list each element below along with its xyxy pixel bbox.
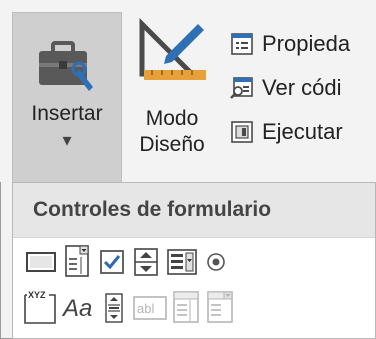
combo-drop-edit-control[interactable] bbox=[207, 291, 233, 323]
insert-label: Insertar bbox=[31, 102, 103, 125]
combo-drop-edit-icon bbox=[207, 291, 233, 323]
spin-button-control[interactable] bbox=[133, 247, 159, 277]
group-box-icon: XYZ bbox=[24, 290, 56, 324]
button-icon bbox=[26, 252, 56, 272]
design-mode-label-line2: Diseño bbox=[139, 133, 205, 156]
view-code-button[interactable]: Ver códi bbox=[230, 66, 350, 110]
list-box-control[interactable] bbox=[167, 249, 197, 275]
view-code-label: Ver códi bbox=[262, 75, 342, 100]
small-buttons-group: Propieda Ver códi Ejecutar bbox=[230, 22, 350, 154]
developer-ribbon: Insertar ▾ Modo Diseño Propieda Ver códi… bbox=[0, 0, 376, 182]
text-field-icon: abl bbox=[133, 296, 167, 320]
button-control[interactable] bbox=[25, 249, 57, 275]
design-mode-button[interactable]: Modo Diseño bbox=[128, 16, 216, 182]
run-dialog-button[interactable]: Ejecutar bbox=[230, 110, 350, 154]
properties-icon bbox=[231, 33, 253, 55]
toolbox-icon bbox=[39, 41, 93, 91]
insert-controls-button[interactable]: Insertar ▾ bbox=[12, 12, 122, 182]
group-box-control[interactable]: XYZ bbox=[23, 289, 57, 325]
design-mode-label-line1: Modo bbox=[145, 107, 199, 130]
spin-button-icon bbox=[134, 248, 158, 276]
run-dialog-label: Ejecutar bbox=[262, 119, 343, 144]
run-dialog-icon bbox=[231, 121, 253, 143]
text-field-control[interactable]: abl bbox=[133, 295, 167, 321]
design-mode-icon bbox=[139, 17, 206, 80]
option-button-control[interactable] bbox=[205, 251, 227, 273]
label-icon: Aa bbox=[63, 295, 93, 322]
combo-list-edit-icon bbox=[173, 291, 199, 323]
properties-button[interactable]: Propieda bbox=[230, 22, 350, 66]
group-box-text: XYZ bbox=[28, 290, 46, 300]
view-code-icon bbox=[230, 77, 253, 99]
combo-list-edit-control[interactable] bbox=[173, 291, 199, 323]
check-box-icon bbox=[100, 250, 124, 274]
chevron-down-icon: ▾ bbox=[62, 130, 72, 150]
label-control[interactable]: Aa bbox=[63, 295, 92, 323]
form-controls-title: Controles de formulario bbox=[13, 183, 375, 238]
scroll-bar-control[interactable] bbox=[105, 293, 123, 323]
scroll-bar-icon bbox=[105, 293, 123, 323]
form-controls-panel: Controles de formulario XYZ Aa abl bbox=[12, 182, 376, 339]
properties-label: Propieda bbox=[262, 31, 351, 56]
list-box-icon bbox=[167, 249, 197, 275]
text-field-text: abl bbox=[137, 301, 154, 316]
check-box-control[interactable] bbox=[99, 249, 125, 275]
combo-box-control[interactable] bbox=[65, 245, 89, 277]
combo-box-icon bbox=[65, 245, 89, 277]
option-button-icon bbox=[207, 253, 225, 271]
